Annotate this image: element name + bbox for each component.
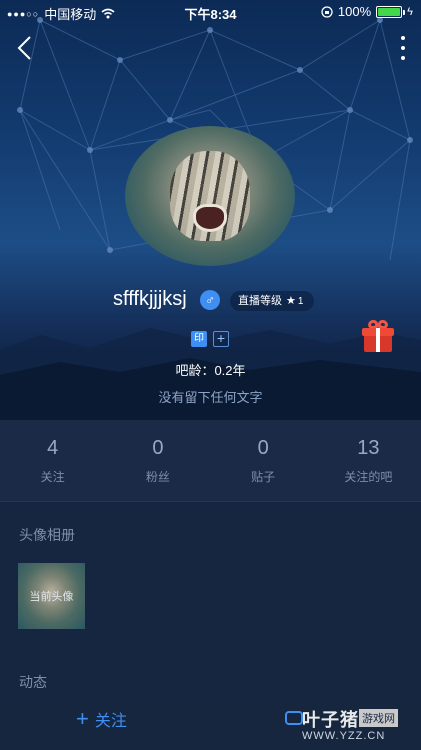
watermark-url: WWW.YZZ.CN (302, 730, 386, 742)
print-badge[interactable]: 印 (191, 331, 207, 347)
follow-label: 关注 (94, 713, 127, 730)
more-options-button[interactable] (399, 36, 407, 60)
site-watermark: 叶子猪 游戏网 WWW.YZZ.CN (302, 706, 417, 746)
watermark-brand: 叶子猪 (302, 710, 359, 730)
stat-posts-value: 0 (257, 437, 269, 459)
bottom-action-bar: + 关注 叶子猪 游戏网 WWW.YZZ.CN (0, 697, 421, 750)
status-bar: ●●●○○ 中国移动 下午8:34 100% ϟ (0, 0, 421, 24)
profile-badges: 印 + (191, 331, 229, 347)
stat-following[interactable]: 4 关注 (0, 420, 105, 501)
live-level-value: 1 (297, 296, 304, 307)
battery-percent: 100% (337, 4, 372, 19)
stat-followed-bars-label: 关注的吧 (344, 470, 393, 484)
stat-following-label: 关注 (40, 470, 65, 484)
profile-name-row: sfffkjjjksj ♂ 直播等级 ★ 1 (0, 288, 421, 314)
profile-avatar[interactable] (125, 126, 295, 266)
gift-button[interactable] (362, 318, 394, 354)
chevron-left-icon (17, 36, 31, 60)
follow-button[interactable]: + 关注 (76, 707, 127, 731)
activity-section-title: 动态 (19, 674, 47, 690)
male-gender-icon: ♂ (200, 290, 220, 310)
bar-age: 吧龄：0.2年 (175, 363, 246, 378)
avatar-album-thumbnail[interactable]: 当前头像 (18, 563, 85, 629)
back-button[interactable] (14, 34, 38, 62)
chat-bubble-icon[interactable] (285, 711, 303, 725)
profile-bio: 没有留下任何文字 (158, 390, 263, 405)
stat-fans-value: 0 (152, 437, 164, 459)
add-badge-button[interactable]: + (213, 331, 229, 347)
stat-following-value: 4 (47, 437, 59, 459)
watermark-tag: 游戏网 (359, 709, 398, 727)
stat-posts-label: 贴子 (251, 470, 276, 484)
live-level-label: 直播等级 (238, 295, 282, 307)
rotation-lock-icon (321, 5, 333, 18)
stat-posts[interactable]: 0 贴子 (211, 420, 316, 501)
star-icon: ★ (286, 295, 296, 307)
live-level-badge[interactable]: 直播等级 ★ 1 (230, 291, 314, 311)
gift-icon (376, 328, 380, 352)
stat-followed-bars[interactable]: 13 关注的吧 (316, 420, 421, 501)
stat-fans[interactable]: 0 粉丝 (105, 420, 210, 501)
charging-icon: ϟ (407, 5, 413, 18)
battery-icon (376, 5, 406, 18)
stat-followed-bars-value: 13 (357, 437, 380, 459)
username: sfffkjjjksj (113, 288, 187, 310)
album-section-title: 头像相册 (19, 527, 75, 543)
stat-fans-label: 粉丝 (145, 470, 170, 484)
current-avatar-label: 当前头像 (29, 591, 74, 603)
plus-icon: + (76, 706, 89, 731)
more-vertical-icon (401, 36, 405, 40)
profile-stats: 4 关注 0 粉丝 0 贴子 13 关注的吧 (0, 420, 421, 502)
